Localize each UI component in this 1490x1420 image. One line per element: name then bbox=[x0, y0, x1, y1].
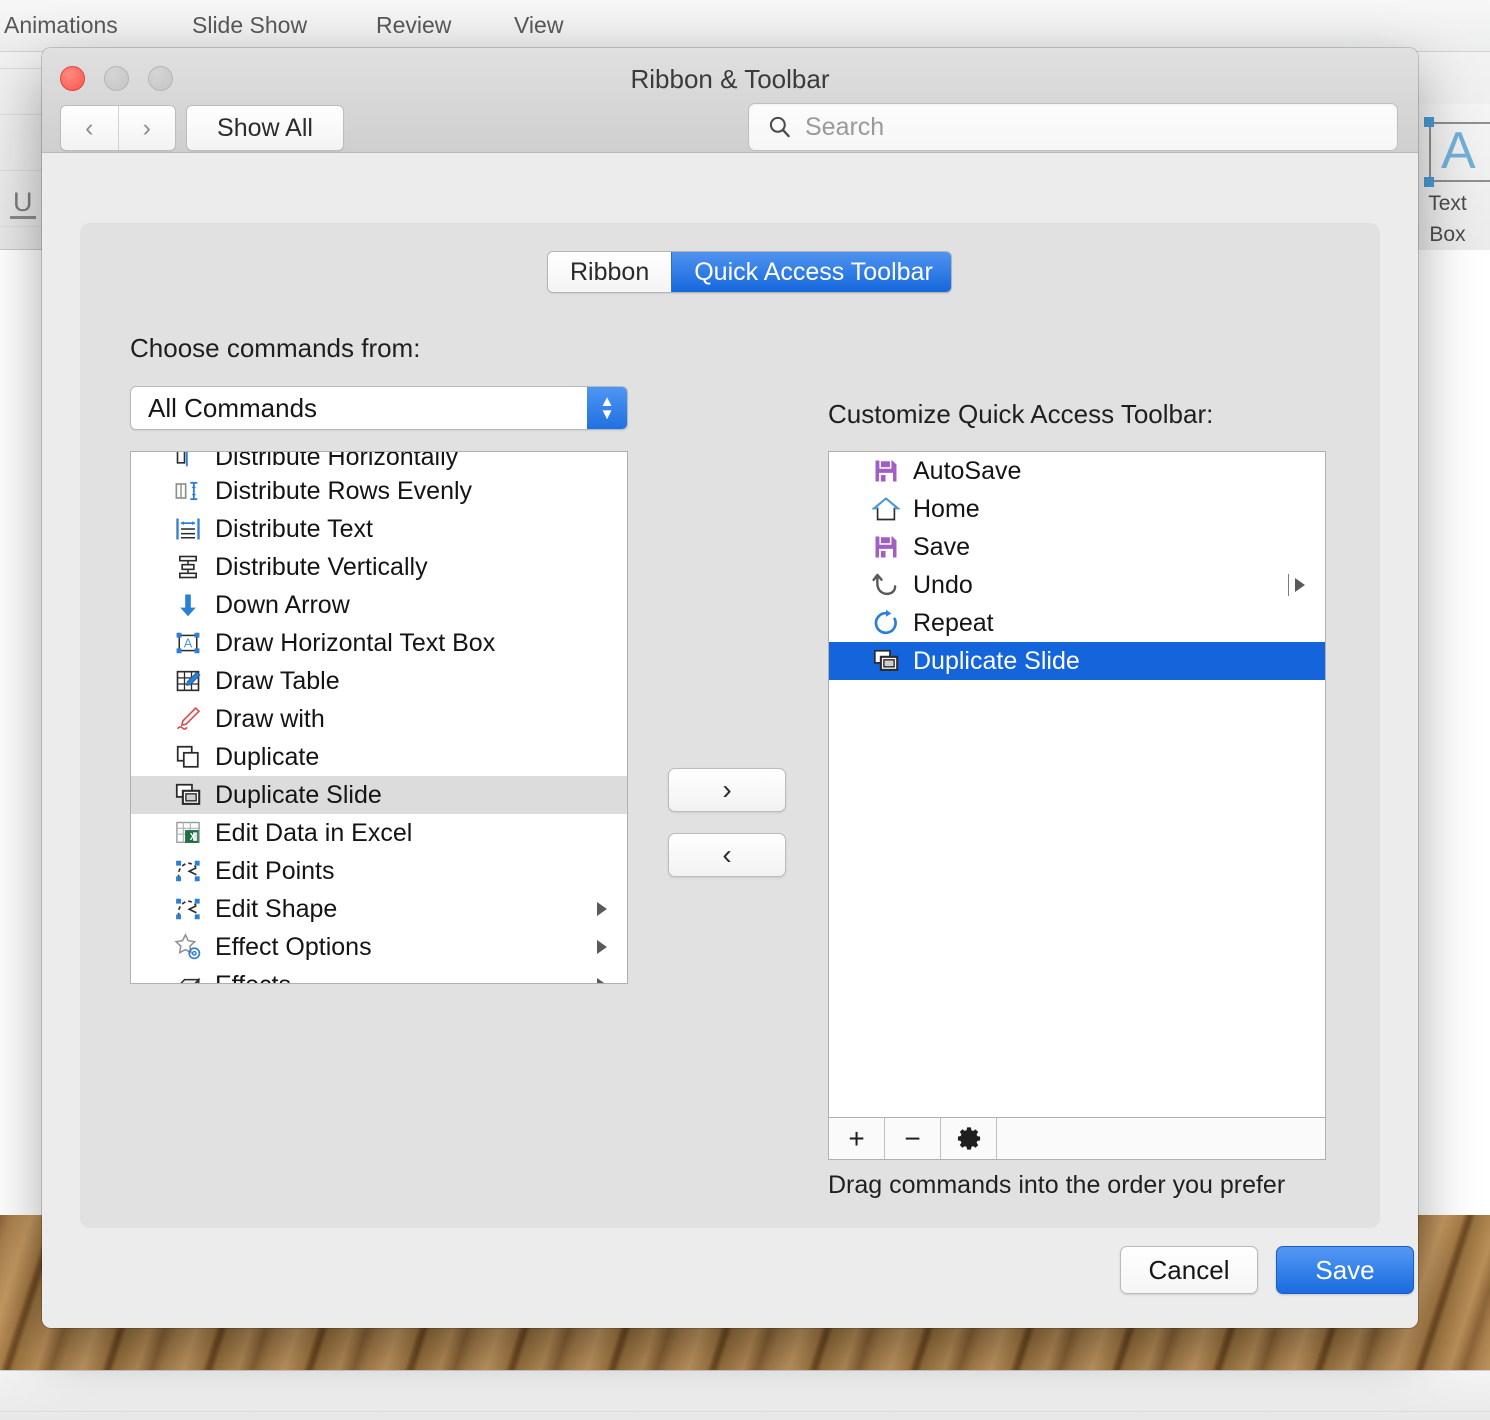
search-icon bbox=[769, 116, 790, 138]
gear-icon bbox=[957, 1126, 980, 1150]
list-item[interactable]: Draw Table bbox=[131, 662, 627, 700]
list-item[interactable]: Home bbox=[829, 490, 1325, 528]
list-item[interactable]: X Edit Data in Excel bbox=[131, 814, 627, 852]
list-item[interactable]: Edit Shape bbox=[131, 890, 627, 928]
list-item[interactable]: Save bbox=[829, 528, 1325, 566]
customize-qat-label: Customize Quick Access Toolbar: bbox=[828, 399, 1214, 429]
list-item[interactable]: Distribute Rows Evenly bbox=[131, 472, 627, 510]
forward-button[interactable]: › bbox=[119, 106, 176, 150]
submenu-triangle-icon[interactable] bbox=[597, 940, 607, 954]
svg-text:A: A bbox=[184, 636, 193, 651]
list-toolbar-filler bbox=[997, 1118, 1325, 1159]
tab-quick-access-toolbar[interactable]: Quick Access Toolbar bbox=[671, 252, 951, 292]
distribute-text-icon bbox=[173, 514, 203, 544]
available-commands-list[interactable]: Distribute Horizontally Distribute Rows E… bbox=[130, 451, 628, 984]
undo-icon bbox=[871, 570, 901, 600]
list-item-label: Draw Horizontal Text Box bbox=[215, 628, 496, 657]
ribbon-tab-review[interactable]: Review bbox=[376, 12, 451, 39]
pen-icon bbox=[173, 704, 203, 734]
gear-button[interactable] bbox=[941, 1118, 997, 1159]
duplicate-icon bbox=[173, 742, 203, 772]
list-item[interactable]: A Draw Horizontal Text Box bbox=[131, 624, 627, 662]
navigation-segmented-control: ‹ › bbox=[60, 105, 176, 151]
search-field[interactable]: Search bbox=[748, 103, 1398, 151]
down-arrow-icon bbox=[173, 590, 203, 620]
save-button[interactable]: Save bbox=[1276, 1246, 1414, 1294]
list-item-label: Duplicate Slide bbox=[913, 646, 1080, 675]
save-icon bbox=[871, 532, 901, 562]
ribbon-tab-bar: Animations Slide Show Review View bbox=[0, 0, 1490, 52]
cancel-button[interactable]: Cancel bbox=[1120, 1246, 1258, 1294]
list-item[interactable]: Duplicate Slide bbox=[131, 776, 627, 814]
list-item-label: Duplicate Slide bbox=[215, 780, 382, 809]
ribbon-tab-animations[interactable]: Animations bbox=[4, 12, 118, 39]
row-divider bbox=[1288, 574, 1289, 596]
edit-shape-icon bbox=[173, 894, 203, 924]
distribute-rows-icon bbox=[173, 476, 203, 506]
list-item[interactable]: Repeat bbox=[829, 604, 1325, 642]
choose-commands-label: Choose commands from: bbox=[130, 333, 421, 363]
draw-table-icon bbox=[173, 666, 203, 696]
excel-icon: X bbox=[173, 818, 203, 848]
add-command-button[interactable]: › bbox=[668, 768, 786, 812]
tab-ribbon[interactable]: Ribbon bbox=[548, 252, 672, 292]
window-titlebar: Ribbon & Toolbar ‹ › Show All Search bbox=[42, 48, 1418, 153]
underline-button[interactable]: U bbox=[10, 188, 36, 220]
choose-commands-popup[interactable]: All Commands ▲ ▼ bbox=[130, 386, 628, 430]
submenu-triangle-icon[interactable] bbox=[597, 978, 607, 983]
effects-icon bbox=[173, 970, 203, 983]
quick-access-toolbar-list[interactable]: AutoSave Home Save Undo Repeat Duplicate Slid… bbox=[828, 451, 1326, 1118]
distribute-horizontally-icon bbox=[173, 452, 203, 472]
list-item[interactable]: Draw with bbox=[131, 700, 627, 738]
remove-command-button[interactable]: ‹ bbox=[668, 833, 786, 877]
remove-button[interactable]: − bbox=[885, 1118, 941, 1159]
ribbon-tab-slide-show[interactable]: Slide Show bbox=[192, 12, 307, 39]
list-item-label: Distribute Rows Evenly bbox=[215, 476, 473, 505]
list-toolbar: + − bbox=[828, 1118, 1326, 1160]
list-item-label: Distribute Horizontally bbox=[215, 452, 459, 471]
ribbon-left-group: U bbox=[0, 52, 46, 250]
status-bar bbox=[0, 1370, 1490, 1420]
distribute-vertically-icon bbox=[173, 552, 203, 582]
list-item-label: Distribute Vertically bbox=[215, 552, 428, 581]
duplicate-slide-icon bbox=[173, 780, 203, 810]
window-title: Ribbon & Toolbar bbox=[630, 64, 830, 94]
save-icon bbox=[871, 456, 901, 486]
list-item[interactable]: Distribute Vertically bbox=[131, 548, 627, 586]
list-item[interactable]: Undo bbox=[829, 566, 1325, 604]
stepper-arrows-icon: ▲ ▼ bbox=[587, 387, 627, 429]
list-item[interactable]: AutoSave bbox=[829, 452, 1325, 490]
edit-points-icon bbox=[173, 856, 203, 886]
back-button[interactable]: ‹ bbox=[61, 106, 119, 150]
list-item[interactable]: Effects bbox=[131, 966, 627, 983]
tab-segmented-control: Ribbon Quick Access Toolbar bbox=[547, 251, 952, 293]
list-item[interactable]: Duplicate bbox=[131, 738, 627, 776]
preferences-panel: Ribbon Quick Access Toolbar Choose comma… bbox=[80, 223, 1380, 1228]
submenu-triangle-icon[interactable] bbox=[597, 902, 607, 916]
list-item[interactable]: Duplicate Slide bbox=[829, 642, 1325, 680]
submenu-triangle-icon[interactable] bbox=[1295, 578, 1305, 592]
add-button[interactable]: + bbox=[829, 1118, 885, 1159]
list-item[interactable]: Edit Points bbox=[131, 852, 627, 890]
text-box-icon: A bbox=[173, 628, 203, 658]
list-item[interactable]: Distribute Horizontally bbox=[131, 452, 627, 472]
ribbon-toolbar-preferences-window: Ribbon & Toolbar ‹ › Show All Search Rib… bbox=[42, 48, 1418, 1328]
list-item[interactable]: Effect Options bbox=[131, 928, 627, 966]
effect-options-icon bbox=[173, 932, 203, 962]
duplicate-slide-icon bbox=[871, 646, 901, 676]
choose-commands-value: All Commands bbox=[148, 392, 318, 423]
repeat-icon bbox=[871, 608, 901, 638]
drag-hint-label: Drag commands into the order you prefer bbox=[828, 1171, 1286, 1199]
list-item-label: Edit Data in Excel bbox=[215, 818, 413, 847]
search-placeholder: Search bbox=[805, 112, 885, 141]
text-box-glyph: A bbox=[1441, 122, 1476, 180]
ribbon-tab-view[interactable]: View bbox=[514, 12, 563, 39]
list-item[interactable]: Distribute Text bbox=[131, 510, 627, 548]
list-item[interactable]: Down Arrow bbox=[131, 586, 627, 624]
home-icon bbox=[871, 494, 901, 524]
show-all-button[interactable]: Show All bbox=[186, 105, 344, 151]
